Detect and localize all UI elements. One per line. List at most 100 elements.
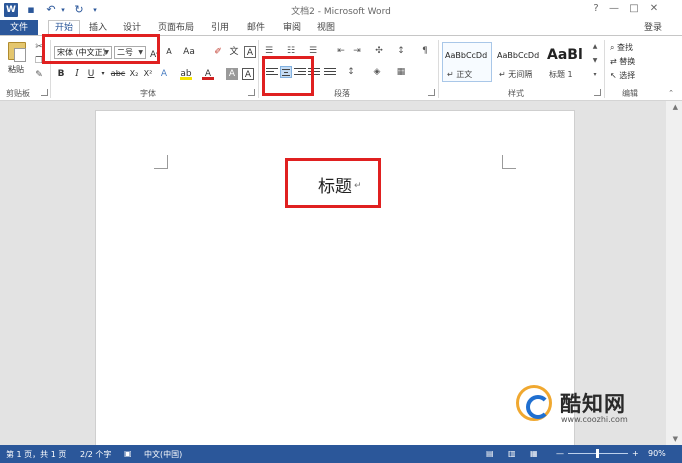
clipboard-group-label: 剪贴板	[6, 89, 30, 98]
chinese-layout-icon[interactable]: ✣	[374, 46, 384, 56]
redo-icon[interactable]: ↻	[72, 3, 86, 17]
proofing-icon[interactable]: ▣	[124, 449, 132, 458]
help-button[interactable]: ?	[588, 2, 604, 16]
numbering-icon[interactable]: ☷	[286, 46, 296, 56]
read-mode-icon[interactable]: ▤	[486, 449, 494, 458]
replace-button[interactable]: ⇄ 替换	[610, 56, 635, 67]
minimize-button[interactable]: —	[606, 2, 622, 16]
login-link[interactable]: 登录	[644, 20, 662, 36]
scroll-up-icon[interactable]: ▲	[673, 103, 678, 111]
group-divider	[438, 40, 439, 98]
replace-icon: ⇄	[610, 57, 620, 66]
language-status[interactable]: 中文(中国)	[144, 449, 182, 460]
print-layout-icon[interactable]: ▥	[508, 449, 516, 458]
margin-corner-marker	[502, 155, 516, 169]
styles-launcher-icon[interactable]	[594, 89, 601, 96]
tab-page-layout[interactable]: 页面布局	[154, 20, 198, 36]
maximize-button[interactable]: □	[626, 2, 642, 16]
select-button[interactable]: ↖ 选择	[610, 70, 635, 81]
collapse-ribbon-icon[interactable]: ⌃	[666, 88, 676, 98]
line-spacing-icon[interactable]: ↕	[346, 67, 356, 77]
margin-corner-marker	[154, 155, 168, 169]
font-group-label: 字体	[140, 89, 156, 98]
page-count[interactable]: 第 1 页，共 1 页	[6, 449, 66, 460]
search-icon: ⌕	[610, 43, 618, 52]
decrease-indent-icon[interactable]: ⇤	[336, 46, 346, 56]
paragraph-launcher-icon[interactable]	[428, 89, 435, 96]
highlight-font-controls	[42, 34, 160, 64]
tab-references[interactable]: 引用	[208, 20, 232, 36]
window-title: 文档2 - Microsoft Word	[291, 7, 391, 17]
watermark-logo-icon	[516, 385, 552, 421]
borders-icon[interactable]: ▦	[396, 67, 406, 77]
italic-button[interactable]: I	[72, 68, 82, 80]
zoom-in-icon[interactable]: +	[632, 449, 639, 458]
styles-scroll-down-icon[interactable]: ▼	[590, 56, 600, 66]
editing-group-label: 编辑	[622, 89, 638, 98]
font-color-button[interactable]: A	[202, 68, 214, 80]
style-heading-1[interactable]: AaBl 标题 1	[544, 42, 586, 82]
close-button[interactable]: ✕	[646, 2, 662, 16]
cursor-icon: ↖	[610, 71, 620, 80]
phonetic-guide-icon[interactable]: 文	[228, 46, 240, 58]
style-sample: AaBbCcDd	[497, 51, 540, 60]
distributed-button[interactable]	[324, 66, 336, 78]
char-shading-button[interactable]: A	[226, 68, 238, 80]
clear-formatting-icon[interactable]: ✐	[212, 46, 224, 58]
save-icon[interactable]: ▪	[24, 3, 38, 17]
paste-button-label[interactable]: 粘贴	[8, 64, 24, 75]
paragraph-group-label: 段落	[334, 89, 350, 98]
font-launcher-icon[interactable]	[248, 89, 255, 96]
web-layout-icon[interactable]: ▦	[530, 449, 538, 458]
scroll-down-icon[interactable]: ▼	[673, 435, 678, 443]
text-effects-button[interactable]: A	[158, 68, 170, 80]
find-button[interactable]: ⌕ 查找	[610, 42, 633, 53]
find-label: 查找	[617, 43, 634, 52]
shrink-font-icon[interactable]: A	[164, 46, 174, 58]
tab-view[interactable]: 视图	[314, 20, 338, 36]
undo-dropdown-icon[interactable]: ▾	[56, 3, 70, 17]
increase-indent-icon[interactable]: ⇥	[352, 46, 362, 56]
sort-icon[interactable]: ↕	[396, 46, 406, 56]
enclose-char-icon[interactable]: A	[244, 46, 256, 58]
subscript-button[interactable]: X₂	[128, 68, 140, 80]
word-count[interactable]: 2/2 个字	[80, 449, 111, 460]
customize-qat-icon[interactable]: ▾	[88, 3, 102, 17]
group-divider	[258, 40, 259, 98]
underline-dropdown-icon[interactable]: ▾	[100, 68, 106, 80]
style-name: ↵ 正文	[447, 70, 473, 79]
bullets-icon[interactable]: ☰	[264, 46, 274, 56]
style-no-spacing[interactable]: AaBbCcDd ↵ 无间隔	[494, 42, 544, 82]
styles-scroll-up-icon[interactable]: ▲	[590, 42, 600, 52]
styles-more-icon[interactable]: ▾	[590, 70, 600, 80]
highlight-color-icon[interactable]: ab	[180, 68, 192, 80]
style-normal[interactable]: AaBbCcDd ↵ 正文	[442, 42, 492, 82]
change-case-button[interactable]: Aa	[182, 46, 196, 58]
vertical-scrollbar[interactable]: ▲ ▼	[666, 101, 682, 445]
tab-review[interactable]: 审阅	[280, 20, 304, 36]
highlight-heading	[285, 158, 381, 208]
zoom-slider-thumb[interactable]	[596, 449, 599, 458]
paste-icon[interactable]	[8, 42, 26, 62]
styles-group-label: 样式	[508, 89, 524, 98]
format-painter-icon[interactable]: ✎	[34, 70, 44, 80]
bold-button[interactable]: B	[56, 68, 66, 80]
zoom-out-icon[interactable]: —	[556, 449, 564, 458]
zoom-level[interactable]: 90%	[648, 449, 666, 458]
shading-icon[interactable]: ◈	[372, 67, 382, 77]
show-marks-icon[interactable]: ¶	[420, 46, 430, 56]
clipboard-launcher-icon[interactable]	[41, 89, 48, 96]
watermark-url: www.coozhi.com	[561, 415, 628, 424]
tab-file[interactable]: 文件	[0, 20, 38, 36]
tab-mailings[interactable]: 邮件	[244, 20, 268, 36]
status-bar: 第 1 页，共 1 页 2/2 个字 ▣ 中文(中国) ▤ ▥ ▦ — + 90…	[0, 445, 682, 463]
strikethrough-button[interactable]: abc	[110, 68, 126, 80]
char-border-button[interactable]: A	[242, 68, 254, 80]
underline-button[interactable]: U	[86, 68, 96, 80]
highlight-alignment	[262, 56, 314, 96]
select-label: 选择	[619, 71, 636, 80]
superscript-button[interactable]: X²	[142, 68, 154, 80]
multilevel-list-icon[interactable]: ☰	[308, 46, 318, 56]
group-divider	[604, 40, 605, 98]
style-name: ↵ 无间隔	[499, 70, 533, 79]
